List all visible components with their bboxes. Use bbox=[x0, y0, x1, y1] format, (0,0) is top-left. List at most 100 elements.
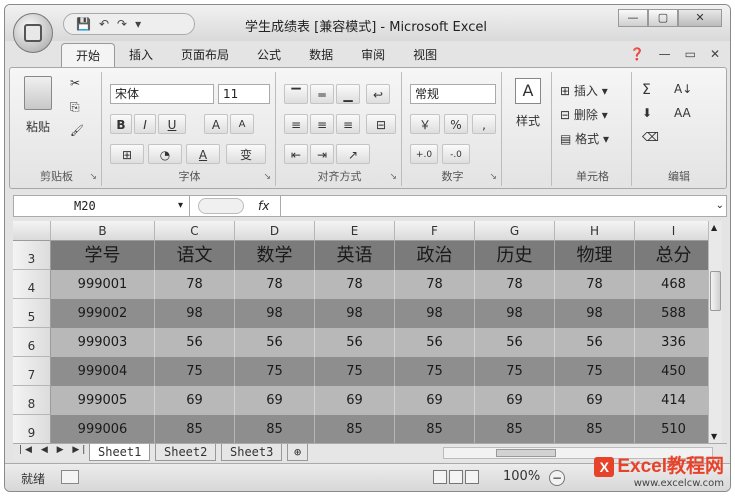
table-cell[interactable]: 56 bbox=[395, 328, 475, 357]
row-header[interactable]: 9 bbox=[13, 415, 51, 443]
table-cell[interactable]: 999004 bbox=[51, 357, 155, 386]
wrap-text-icon[interactable]: ↩ bbox=[366, 84, 390, 104]
phonetic-button[interactable]: 变 bbox=[226, 144, 266, 164]
table-cell[interactable]: 336 bbox=[635, 328, 713, 357]
table-cell[interactable]: 85 bbox=[235, 415, 315, 443]
align-left-icon[interactable]: ≡ bbox=[284, 114, 308, 134]
table-cell[interactable]: 75 bbox=[395, 357, 475, 386]
insert-cells-button[interactable]: ⊞ 插入 ▾ bbox=[560, 82, 608, 99]
row-header[interactable]: 7 bbox=[13, 357, 51, 386]
table-cell[interactable]: 75 bbox=[155, 357, 235, 386]
table-cell[interactable]: 78 bbox=[555, 270, 635, 299]
zoom-out-icon[interactable]: − bbox=[549, 470, 565, 486]
table-cell[interactable]: 69 bbox=[475, 386, 555, 415]
table-cell[interactable]: 85 bbox=[555, 415, 635, 443]
table-cell[interactable]: 999005 bbox=[51, 386, 155, 415]
font-color-button[interactable]: A bbox=[186, 144, 220, 164]
table-cell[interactable]: 78 bbox=[235, 270, 315, 299]
office-button[interactable] bbox=[13, 13, 53, 53]
ribbon-minimize-icon[interactable]: — bbox=[659, 47, 671, 61]
header-cell[interactable]: 政治 bbox=[395, 241, 475, 270]
table-cell[interactable]: 69 bbox=[555, 386, 635, 415]
column-header-e[interactable]: E bbox=[315, 221, 395, 241]
tab-view[interactable]: 视图 bbox=[399, 43, 451, 67]
tab-data[interactable]: 数据 bbox=[295, 43, 347, 67]
column-header-i[interactable]: I bbox=[635, 221, 713, 241]
clear-icon[interactable]: ⌫ bbox=[642, 130, 659, 144]
column-header-f[interactable]: F bbox=[395, 221, 475, 241]
align-middle-icon[interactable]: ═ bbox=[310, 84, 334, 104]
header-cell[interactable]: 语文 bbox=[155, 241, 235, 270]
dialog-launcher-icon[interactable]: ↘ bbox=[489, 172, 497, 182]
name-box-dropdown-icon[interactable]: ▾ bbox=[178, 196, 183, 216]
table-cell[interactable]: 510 bbox=[635, 415, 713, 443]
table-cell[interactable]: 98 bbox=[315, 299, 395, 328]
table-cell[interactable]: 78 bbox=[315, 270, 395, 299]
column-header-h[interactable]: H bbox=[555, 221, 635, 241]
number-format-select[interactable]: 常规 bbox=[410, 84, 496, 104]
percent-button[interactable]: % bbox=[444, 114, 468, 134]
page-break-view-icon[interactable] bbox=[465, 470, 479, 484]
table-cell[interactable]: 56 bbox=[315, 328, 395, 357]
increase-indent-icon[interactable]: ⇥ bbox=[310, 144, 334, 164]
table-cell[interactable]: 468 bbox=[635, 270, 713, 299]
dialog-launcher-icon[interactable]: ↘ bbox=[389, 172, 397, 182]
fill-color-button[interactable]: ◔ bbox=[148, 144, 182, 164]
redo-icon[interactable]: ↷ bbox=[117, 17, 127, 31]
table-cell[interactable]: 85 bbox=[395, 415, 475, 443]
table-cell[interactable]: 69 bbox=[315, 386, 395, 415]
row-header[interactable]: 8 bbox=[13, 386, 51, 415]
autosum-button[interactable]: Σ bbox=[642, 82, 651, 98]
table-cell[interactable]: 75 bbox=[235, 357, 315, 386]
tab-home[interactable]: 开始 bbox=[61, 43, 116, 67]
table-cell[interactable]: 69 bbox=[235, 386, 315, 415]
vertical-scrollbar[interactable]: ▲ ▼ bbox=[708, 221, 722, 443]
sheet-tab-2[interactable]: Sheet2 bbox=[155, 444, 217, 461]
table-cell[interactable]: 56 bbox=[475, 328, 555, 357]
delete-cells-button[interactable]: ⊟ 删除 ▾ bbox=[560, 106, 608, 123]
worksheet-grid[interactable]: B C D E F G H I 3 学号 语文 数学 英语 政治 历史 物理 总分 4 999001… bbox=[13, 221, 713, 443]
decrease-decimal-button[interactable]: -.0 bbox=[442, 144, 470, 164]
font-size-select[interactable]: 11 bbox=[218, 84, 270, 104]
zoom-level[interactable]: 100% bbox=[503, 469, 540, 484]
table-cell[interactable]: 98 bbox=[475, 299, 555, 328]
align-bottom-icon[interactable]: ▁ bbox=[336, 84, 360, 104]
decrease-indent-icon[interactable]: ⇤ bbox=[284, 144, 308, 164]
header-cell[interactable]: 英语 bbox=[315, 241, 395, 270]
grow-font-button[interactable]: A bbox=[204, 114, 228, 134]
tab-insert[interactable]: 插入 bbox=[115, 43, 167, 67]
undo-icon[interactable]: ↶ bbox=[99, 17, 109, 31]
sheet-tab-1[interactable]: Sheet1 bbox=[89, 444, 151, 461]
bold-button[interactable]: B bbox=[110, 114, 132, 134]
dialog-launcher-icon[interactable]: ↘ bbox=[263, 172, 271, 182]
cut-icon[interactable]: ✂ bbox=[70, 76, 80, 90]
expand-formula-icon[interactable]: ⌄ bbox=[716, 196, 724, 216]
paste-button[interactable]: 粘贴 bbox=[18, 76, 58, 135]
table-cell[interactable]: 78 bbox=[475, 270, 555, 299]
comma-button[interactable]: , bbox=[472, 114, 496, 134]
table-cell[interactable]: 98 bbox=[555, 299, 635, 328]
orientation-icon[interactable]: ↗ bbox=[336, 144, 370, 164]
row-header[interactable]: 4 bbox=[13, 270, 51, 299]
tab-page-layout[interactable]: 页面布局 bbox=[167, 43, 243, 67]
merge-center-icon[interactable]: ⊟ bbox=[366, 114, 396, 134]
table-cell[interactable]: 588 bbox=[635, 299, 713, 328]
insert-function-icon[interactable]: fx bbox=[258, 196, 269, 216]
help-icon[interactable]: ❓ bbox=[630, 47, 645, 61]
sheet-tab-3[interactable]: Sheet3 bbox=[221, 444, 283, 461]
table-cell[interactable]: 999001 bbox=[51, 270, 155, 299]
table-cell[interactable]: 69 bbox=[155, 386, 235, 415]
styles-button[interactable]: A 样式 bbox=[510, 78, 546, 129]
sheet-nav-icons[interactable]: |◀ ◀ ▶ ▶| bbox=[19, 445, 88, 455]
ribbon-restore-icon[interactable]: ▭ bbox=[685, 47, 696, 61]
align-right-icon[interactable]: ≡ bbox=[336, 114, 360, 134]
header-cell[interactable]: 数学 bbox=[235, 241, 315, 270]
format-cells-button[interactable]: ▤ 格式 ▾ bbox=[560, 130, 609, 147]
normal-view-icon[interactable] bbox=[433, 470, 447, 484]
table-cell[interactable]: 69 bbox=[395, 386, 475, 415]
header-cell[interactable]: 历史 bbox=[475, 241, 555, 270]
save-icon[interactable]: 💾 bbox=[76, 17, 91, 31]
column-header-d[interactable]: D bbox=[235, 221, 315, 241]
table-cell[interactable]: 999006 bbox=[51, 415, 155, 443]
vertical-scroll-thumb[interactable] bbox=[710, 271, 721, 311]
